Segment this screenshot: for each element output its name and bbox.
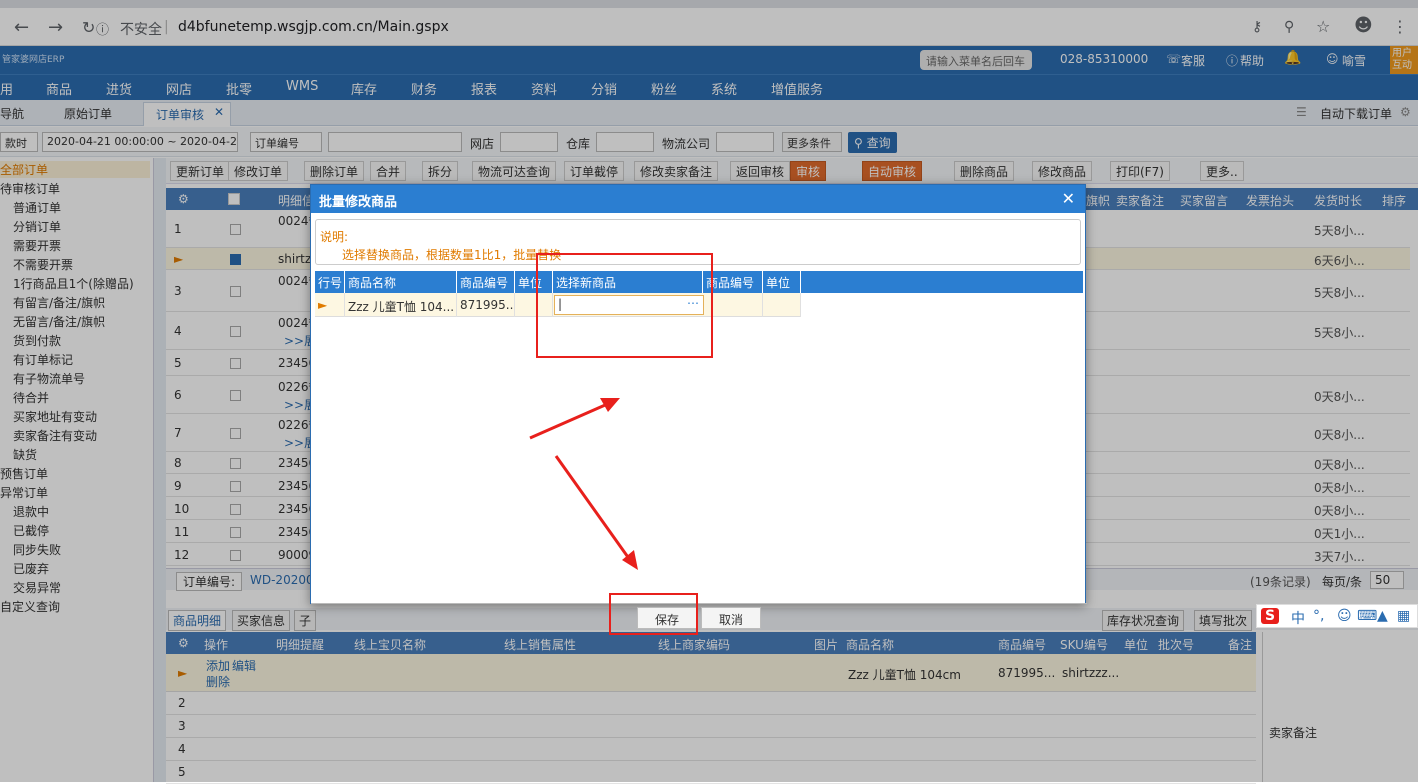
- col-row-no: 行号: [315, 271, 345, 293]
- col-new-unit: 单位: [763, 271, 801, 293]
- dialog-title: 批量修改商品: [311, 185, 1085, 213]
- row-new-unit: [763, 293, 801, 317]
- ime-lang[interactable]: 中: [1291, 608, 1305, 628]
- highlight-save-button: [609, 593, 698, 635]
- highlight-select-new-product: [536, 253, 713, 358]
- close-icon[interactable]: ✕: [1062, 189, 1075, 208]
- note-body: 选择替换商品，根据数量1比1，批量替换: [342, 248, 562, 262]
- arrow-down: [554, 455, 632, 561]
- dialog-title-text: 批量修改商品: [319, 195, 398, 210]
- col-product-code: 商品编号: [457, 271, 515, 293]
- arrow-annotations: [529, 398, 638, 570]
- ime-toolbar: S 中 °, ☺ ⌨ ▲ ▦: [1256, 604, 1418, 628]
- punct-icon[interactable]: °,: [1313, 608, 1324, 624]
- col-product-name: 商品名称: [345, 271, 457, 293]
- note-heading: 说明:: [320, 230, 349, 244]
- batch-edit-dialog: 批量修改商品 ✕ 说明: 选择替换商品，根据数量1比1，批量替换 行号 商品名称…: [310, 184, 1087, 629]
- row-pointer-icon: ►: [315, 293, 345, 317]
- emoji-icon[interactable]: ☺: [1337, 608, 1352, 624]
- grid-icon[interactable]: ▦: [1397, 608, 1410, 624]
- skin-icon[interactable]: ▲: [1377, 608, 1388, 624]
- ime-logo[interactable]: S: [1261, 608, 1280, 624]
- row-product-name: Zzz 儿童T恤 104...: [345, 293, 457, 317]
- dialog-footer-divider: [311, 603, 1087, 604]
- arrow-up: [529, 400, 613, 440]
- keyboard-icon[interactable]: ⌨: [1357, 608, 1377, 624]
- cancel-button[interactable]: 取消: [701, 607, 761, 629]
- row-product-code: 871995...: [457, 293, 515, 317]
